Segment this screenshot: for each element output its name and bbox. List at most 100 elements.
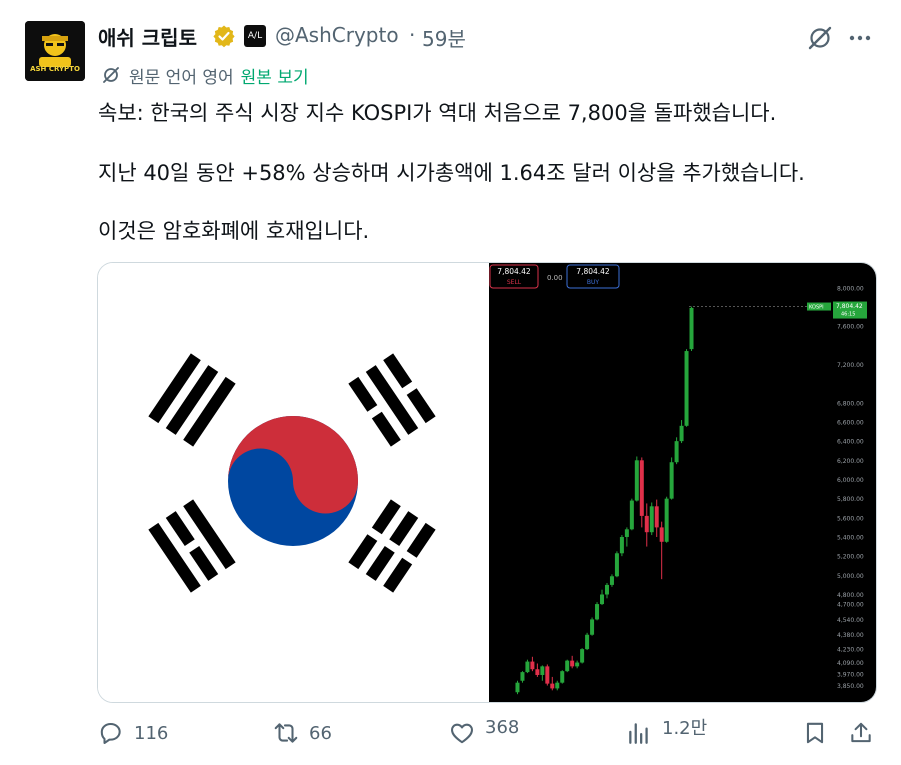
candle-body bbox=[535, 669, 540, 675]
share-button[interactable] bbox=[848, 720, 884, 746]
avatar-text: ASH CRYPTO bbox=[30, 65, 80, 73]
share-icon bbox=[851, 722, 871, 743]
y-tick-label: 5,800.00 bbox=[837, 496, 864, 503]
trigram-top-left bbox=[148, 353, 236, 447]
candle-body bbox=[570, 660, 575, 667]
candle-countdown: 46:15 bbox=[841, 312, 855, 318]
avatar[interactable]: ASH CRYPTO bbox=[25, 21, 85, 81]
candle-body bbox=[540, 666, 545, 675]
candle-body bbox=[654, 506, 659, 528]
y-tick-label: 4,700.00 bbox=[837, 602, 864, 609]
y-tick-label: 5,200.00 bbox=[837, 554, 864, 561]
candle-body bbox=[679, 425, 684, 442]
post-media[interactable]: 7,804.42 SELL 0.00 7,804.42 BUY 8,000.00… bbox=[97, 262, 877, 703]
reply-button[interactable]: 116 bbox=[98, 720, 168, 746]
candle-body bbox=[684, 351, 689, 426]
candle-body bbox=[634, 460, 639, 501]
kospi-chart-image[interactable]: 7,804.42 SELL 0.00 7,804.42 BUY 8,000.00… bbox=[489, 263, 876, 702]
candle-body bbox=[649, 506, 654, 533]
grok-icon[interactable] bbox=[806, 24, 834, 52]
candle-body bbox=[604, 584, 609, 595]
tweet-text-line-2: 지난 40일 동안 +58% 상승하며 시가총액에 1.64조 달러 이상을 추… bbox=[98, 161, 805, 185]
post-timestamp[interactable]: 59분 bbox=[422, 23, 466, 52]
candle-body bbox=[674, 441, 679, 463]
author-display-name[interactable]: 애쉬 크립토 bbox=[98, 22, 197, 51]
bookmark-icon bbox=[806, 722, 824, 744]
candle-body bbox=[629, 500, 634, 530]
y-tick-label: 7,200.00 bbox=[837, 362, 864, 369]
y-tick-label: 5,000.00 bbox=[837, 573, 864, 580]
trigram-bottom-right bbox=[348, 499, 436, 593]
last-price-marker: KOSPI 7,804.42 46:15 bbox=[689, 301, 867, 319]
tweet-text-line-3: 이것은 암호화폐에 호재입니다. bbox=[98, 219, 370, 243]
translation-notice: 원문 언어 영어 원본 보기 bbox=[101, 62, 309, 88]
view-count: 1.2만 bbox=[662, 718, 708, 739]
candle-body bbox=[530, 661, 535, 670]
repost-icon bbox=[274, 723, 298, 743]
korean-flag-image[interactable] bbox=[98, 263, 489, 702]
candle-body bbox=[600, 594, 605, 605]
y-axis: 8,000.007,800.007,600.007,200.006,800.00… bbox=[837, 285, 864, 690]
kospi-candlestick-chart: 7,804.42 SELL 0.00 7,804.42 BUY 8,000.00… bbox=[489, 264, 867, 695]
candle-body bbox=[644, 515, 649, 533]
y-tick-label: 4,380.00 bbox=[837, 632, 864, 639]
y-tick-label: 4,540.00 bbox=[837, 617, 864, 624]
tweet-text-line-1: 속보: 한국의 주식 시장 지수 KOSPI가 역대 처음으로 7,800을 돌… bbox=[98, 101, 777, 125]
candle-body bbox=[580, 649, 585, 663]
candle-body bbox=[585, 634, 590, 650]
candle-body bbox=[609, 576, 614, 585]
buy-price: 7,804.42 bbox=[576, 267, 610, 276]
last-price-tag: 7,804.42 bbox=[836, 303, 863, 310]
candle-body bbox=[614, 553, 619, 577]
repost-button[interactable]: 66 bbox=[273, 720, 332, 746]
grok-translate-icon bbox=[103, 67, 119, 83]
candle-body bbox=[520, 672, 525, 681]
candle-body bbox=[689, 307, 694, 350]
more-options-icon[interactable] bbox=[846, 24, 874, 52]
candle-body bbox=[575, 662, 580, 667]
taeguk-emblem bbox=[228, 416, 358, 546]
candles bbox=[515, 306, 694, 695]
y-tick-label: 4,090.00 bbox=[837, 660, 864, 667]
buy-label: BUY bbox=[587, 279, 600, 286]
reply-icon bbox=[100, 722, 121, 744]
candle-body bbox=[515, 682, 520, 693]
candle-body bbox=[624, 529, 629, 537]
sell-box[interactable]: 7,804.42 SELL bbox=[489, 264, 539, 289]
translation-label: 원문 언어 영어 bbox=[129, 67, 234, 88]
candle-body bbox=[664, 498, 669, 542]
header-separator: · bbox=[409, 23, 416, 47]
sell-label: SELL bbox=[507, 279, 522, 286]
y-tick-label: 6,000.00 bbox=[837, 477, 864, 484]
bookmark-button[interactable] bbox=[802, 720, 838, 746]
y-tick-label: 7,600.00 bbox=[837, 324, 864, 331]
trigram-top-right bbox=[348, 353, 436, 447]
verified-badge-icon bbox=[213, 25, 235, 48]
candle-body bbox=[560, 671, 565, 683]
candle-body bbox=[545, 666, 550, 684]
candle-body bbox=[590, 619, 595, 635]
candle-body bbox=[555, 682, 560, 689]
buy-box[interactable]: 7,804.42 BUY bbox=[566, 264, 620, 289]
candle-body bbox=[550, 683, 555, 689]
candle-body bbox=[659, 527, 664, 542]
trigram-bottom-left bbox=[148, 499, 236, 593]
candle-body bbox=[525, 661, 530, 673]
y-tick-label: 5,600.00 bbox=[837, 515, 864, 522]
author-handle[interactable]: @AshCrypto bbox=[275, 23, 399, 47]
repost-count: 66 bbox=[309, 722, 332, 744]
views-button[interactable]: 1.2만 bbox=[626, 718, 707, 746]
y-tick-label: 8,000.00 bbox=[837, 285, 864, 292]
candle-body bbox=[595, 604, 600, 620]
sell-price: 7,804.42 bbox=[497, 267, 531, 276]
action-bar: 116 66 368 1.2만 bbox=[0, 710, 901, 760]
like-button[interactable]: 368 bbox=[449, 717, 519, 746]
y-tick-label: 3,970.00 bbox=[837, 672, 864, 679]
candle-body bbox=[565, 660, 570, 672]
candle-body bbox=[639, 460, 644, 516]
candle-body bbox=[669, 462, 674, 499]
y-tick-label: 4,230.00 bbox=[837, 647, 864, 654]
affiliate-badge-icon[interactable]: A/L bbox=[244, 25, 266, 47]
y-tick-label: 6,200.00 bbox=[837, 458, 864, 465]
show-original-link[interactable]: 원본 보기 bbox=[241, 63, 309, 88]
